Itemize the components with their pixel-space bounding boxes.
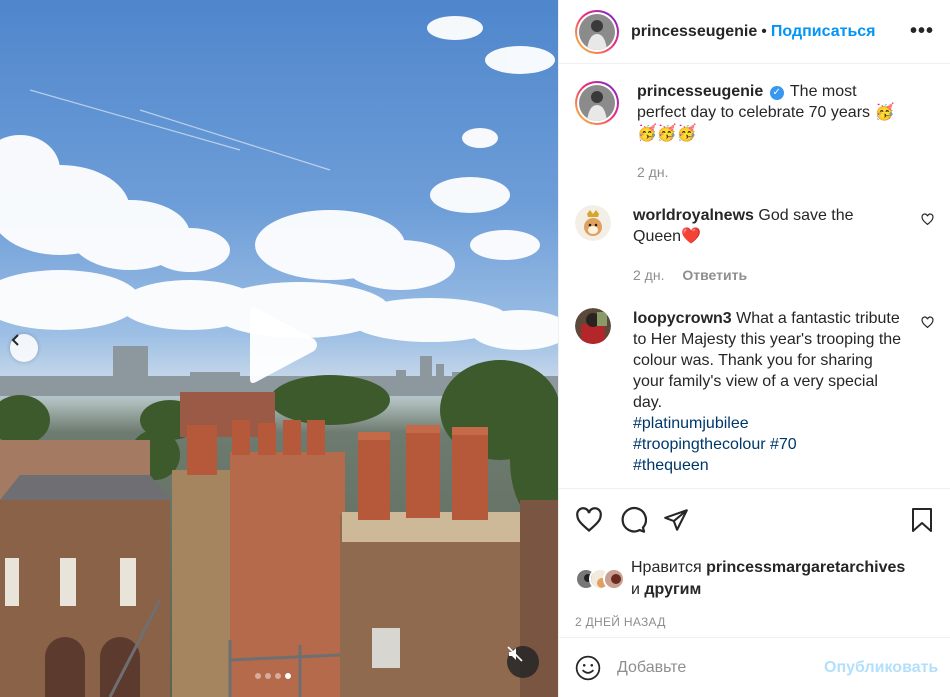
liker-avatar: [603, 568, 625, 590]
comment-username[interactable]: worldroyalnews: [633, 207, 754, 224]
hashtag-link[interactable]: #troopingthecolour: [633, 436, 766, 453]
comment-username[interactable]: loopycrown3: [633, 310, 732, 327]
likes-prefix: Нравится: [631, 559, 702, 576]
post-actions: Нравится princessmargaretarchives и друг…: [559, 488, 950, 629]
like-heart-icon[interactable]: [575, 506, 603, 534]
like-comment-heart-icon[interactable]: [921, 213, 934, 231]
likes-summary: Нравится princessmargaretarchives и друг…: [575, 557, 934, 601]
comment-item: loopycrown3 What a fantastic tribute to …: [575, 308, 934, 476]
caption-username[interactable]: princesseugenie: [637, 83, 763, 100]
likes-and: и: [631, 581, 640, 598]
caption-author-avatar[interactable]: [575, 81, 619, 125]
comment-item: worldroyalnews God save the Queen❤️ 2 дн…: [575, 205, 934, 286]
comment-meta: 2 дн. Ответить: [633, 265, 906, 286]
post-side-panel: princesseugenie • Подписаться ••• prince…: [558, 0, 950, 697]
carousel-indicator: [255, 673, 291, 679]
hashtag-link[interactable]: #platinumjubilee: [633, 415, 749, 432]
reply-button[interactable]: Ответить: [682, 267, 747, 283]
author-username[interactable]: princesseugenie: [631, 23, 757, 41]
mute-toggle-button[interactable]: [507, 646, 539, 678]
comment-timestamp[interactable]: 2 дн.: [633, 267, 664, 283]
comments-list[interactable]: princesseugenie ✓ The most perfect day t…: [559, 65, 950, 488]
carousel-dot: [255, 673, 261, 679]
carousel-dot: [275, 673, 281, 679]
likers-avatar-stack[interactable]: [575, 568, 625, 590]
add-comment-bar: Опубликовать: [559, 637, 950, 697]
caption-time: 2 дн.: [637, 162, 906, 183]
previous-slide-button[interactable]: [10, 334, 38, 362]
play-button[interactable]: [244, 305, 320, 385]
save-bookmark-icon[interactable]: [910, 507, 934, 533]
carousel-dot: [265, 673, 271, 679]
carousel-dot-active: [285, 673, 291, 679]
caption-text-emojis: 🥳🥳🥳: [637, 125, 697, 142]
follow-button[interactable]: Подписаться: [771, 23, 876, 41]
liker-username[interactable]: princessmargaretarchives: [706, 559, 905, 576]
comment-input[interactable]: [617, 658, 824, 677]
more-options-button[interactable]: •••: [910, 20, 934, 43]
like-comment-heart-icon[interactable]: [921, 316, 934, 334]
post-media[interactable]: [0, 0, 558, 697]
likes-others-link[interactable]: другим: [644, 581, 701, 598]
post-date[interactable]: 2 ДНЕЙ НАЗАД: [575, 615, 934, 629]
verified-badge-icon: ✓: [769, 86, 784, 100]
share-paper-plane-icon[interactable]: [663, 507, 689, 533]
caption-timestamp[interactable]: 2 дн.: [637, 164, 668, 180]
hashtag-link[interactable]: #thequeen: [633, 457, 709, 474]
publish-comment-button[interactable]: Опубликовать: [824, 659, 938, 677]
author-avatar[interactable]: [575, 9, 619, 54]
header-separator: •: [761, 22, 767, 40]
commenter-avatar[interactable]: [575, 308, 611, 344]
comment-bubble-icon[interactable]: [619, 506, 647, 534]
post-caption: princesseugenie ✓ The most perfect day t…: [575, 81, 934, 183]
hashtag-link[interactable]: #70: [770, 436, 797, 453]
emoji-picker-icon[interactable]: [575, 655, 601, 681]
commenter-avatar[interactable]: [575, 205, 611, 241]
post-header: princesseugenie • Подписаться •••: [559, 0, 950, 64]
